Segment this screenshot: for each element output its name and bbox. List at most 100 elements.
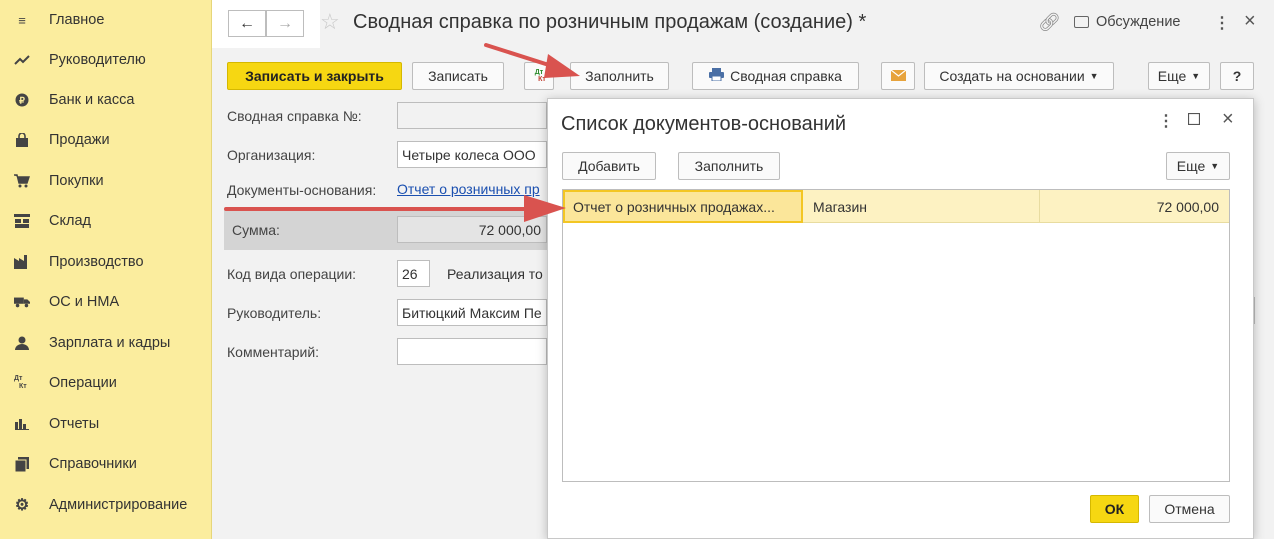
print-summary-button[interactable]: Сводная справка — [692, 62, 859, 90]
number-label: Сводная справка №: — [227, 108, 362, 124]
sidebar-item-label: Руководителю — [49, 52, 146, 68]
base-documents-dialog: Список документов-оснований ⋮ × Добавить… — [547, 98, 1254, 539]
arrow-right-icon: → — [277, 14, 293, 32]
sidebar-item-label: Отчеты — [49, 416, 100, 432]
menu-icon: ≡ — [18, 12, 26, 28]
dialog-more-button[interactable]: Еще ▼ — [1166, 152, 1230, 180]
cart-icon — [14, 173, 30, 189]
sidebar-item-directories[interactable]: Справочники — [0, 444, 212, 484]
kt-label: Кт — [538, 76, 546, 83]
create-based-on-label: Создать на основании — [939, 68, 1085, 84]
maximize-icon[interactable] — [1187, 112, 1201, 130]
warehouse-cell[interactable]: Магазин — [813, 190, 1033, 223]
sidebar-item-production[interactable]: Производство — [0, 242, 212, 282]
dt-kt-icon: Дт Кт — [14, 375, 27, 390]
sum-label: Сумма: — [232, 222, 280, 238]
sidebar-item-manager[interactable]: Руководителю — [0, 40, 212, 80]
books-icon — [14, 456, 30, 472]
more-label: Еще — [1176, 158, 1206, 174]
sidebar-item-label: Производство — [49, 254, 144, 270]
sidebar-item-label: Покупки — [49, 173, 104, 189]
organization-field[interactable]: Четыре колеса ООО — [397, 141, 547, 168]
number-field[interactable] — [397, 102, 547, 129]
base-documents-link[interactable]: Отчет о розничных пр — [397, 181, 545, 197]
sidebar-item-label: ОС и НМА — [49, 294, 120, 310]
create-based-on-button[interactable]: Создать на основании ▼ — [924, 62, 1114, 90]
sidebar-item-warehouse[interactable]: Склад — [0, 201, 212, 241]
forward-button[interactable]: → — [266, 10, 304, 37]
sidebar-item-sales[interactable]: Продажи — [0, 120, 212, 160]
manager-field[interactable]: Битюцкий Максим Пе — [397, 299, 547, 326]
sidebar: ≡ Главное Руководителю ₽ Банк и касса Пр… — [0, 0, 212, 539]
back-button[interactable]: ← — [228, 10, 266, 37]
sidebar-item-main[interactable]: ≡ Главное — [0, 0, 212, 40]
base-documents-label: Документы-основания: — [227, 182, 377, 198]
more-button[interactable]: Еще ▼ — [1148, 62, 1210, 90]
dt-kt-button[interactable]: Дт Кт — [524, 62, 554, 90]
sidebar-item-label: Продажи — [49, 132, 110, 148]
column-divider — [1039, 190, 1040, 223]
caret-down-icon: ▼ — [1191, 71, 1201, 81]
close-icon[interactable]: × — [1222, 108, 1234, 131]
chat-icon — [1074, 16, 1089, 28]
warehouse-icon — [14, 213, 30, 229]
gear-icon: ⚙ — [14, 497, 30, 514]
caret-down-icon: ▼ — [1210, 161, 1220, 171]
discussion-button[interactable]: Обсуждение — [1074, 14, 1180, 30]
sidebar-item-bank[interactable]: ₽ Банк и касса — [0, 80, 212, 120]
sidebar-item-hr[interactable]: Зарплата и кадры — [0, 323, 212, 363]
print-summary-label: Сводная справка — [730, 68, 842, 84]
more-vertical-icon[interactable]: ⋮ — [1158, 111, 1174, 131]
bar-chart-icon — [14, 416, 30, 432]
trend-chart-icon — [14, 52, 30, 68]
sidebar-item-assets[interactable]: ОС и НМА — [0, 282, 212, 322]
sum-field: 72 000,00 — [397, 216, 547, 243]
save-and-close-button[interactable]: Записать и закрыть — [227, 62, 402, 90]
envelope-icon — [890, 68, 906, 84]
close-icon[interactable]: × — [1244, 10, 1256, 33]
sidebar-item-admin[interactable]: ⚙ Администрирование — [0, 485, 212, 525]
document-cell[interactable]: Отчет о розничных продажах... — [563, 190, 803, 223]
sidebar-item-label: Зарплата и кадры — [49, 335, 171, 351]
printer-icon — [709, 68, 725, 84]
add-button[interactable]: Добавить — [562, 152, 656, 180]
amount-cell[interactable]: 72 000,00 — [1043, 190, 1219, 223]
email-button[interactable] — [881, 62, 915, 90]
operation-code-field[interactable]: 26 — [397, 260, 430, 287]
sidebar-item-purchases[interactable]: Покупки — [0, 161, 212, 201]
fill-button[interactable]: Заполнить — [570, 62, 669, 90]
cancel-button[interactable]: Отмена — [1149, 495, 1230, 523]
more-vertical-icon[interactable]: ⋮ — [1214, 13, 1230, 33]
sidebar-item-label: Администрирование — [49, 497, 188, 513]
manager-label: Руководитель: — [227, 305, 322, 321]
arrow-left-icon: ← — [239, 14, 255, 32]
sidebar-item-operations[interactable]: Дт Кт Операции — [0, 363, 212, 403]
organization-label: Организация: — [227, 147, 316, 163]
dialog-title: Список документов-оснований — [561, 113, 847, 135]
truck-icon — [14, 294, 30, 310]
dialog-fill-button[interactable]: Заполнить — [678, 152, 780, 180]
caret-down-icon: ▼ — [1089, 71, 1099, 81]
ok-button[interactable]: ОК — [1090, 495, 1139, 523]
operation-code-label: Код вида операции: — [227, 266, 357, 282]
favorite-star-icon[interactable]: ☆ — [320, 9, 340, 35]
save-button[interactable]: Записать — [412, 62, 504, 90]
sidebar-item-label: Операции — [49, 375, 117, 391]
sidebar-item-label: Главное — [49, 12, 105, 28]
comment-label: Комментарий: — [227, 344, 320, 360]
title-bar: ← → ☆ Сводная справка по розничным прода… — [212, 0, 1274, 48]
page-title: Сводная справка по розничным продажам (с… — [353, 11, 867, 33]
help-button[interactable]: ? — [1220, 62, 1254, 90]
more-label: Еще — [1157, 68, 1187, 84]
sidebar-item-label: Склад — [49, 213, 91, 229]
table-row[interactable]: Отчет о розничных продажах... Магазин 72… — [563, 190, 1229, 223]
svg-text:₽: ₽ — [19, 96, 25, 106]
dt-label: Дт — [534, 69, 544, 76]
shopping-bag-icon — [14, 132, 30, 148]
discussion-label: Обсуждение — [1096, 14, 1181, 30]
link-icon[interactable]: 🔗︎ — [1038, 12, 1061, 33]
person-icon — [14, 335, 30, 351]
comment-field[interactable] — [397, 338, 547, 365]
coin-icon: ₽ — [14, 92, 30, 108]
sidebar-item-reports[interactable]: Отчеты — [0, 404, 212, 444]
